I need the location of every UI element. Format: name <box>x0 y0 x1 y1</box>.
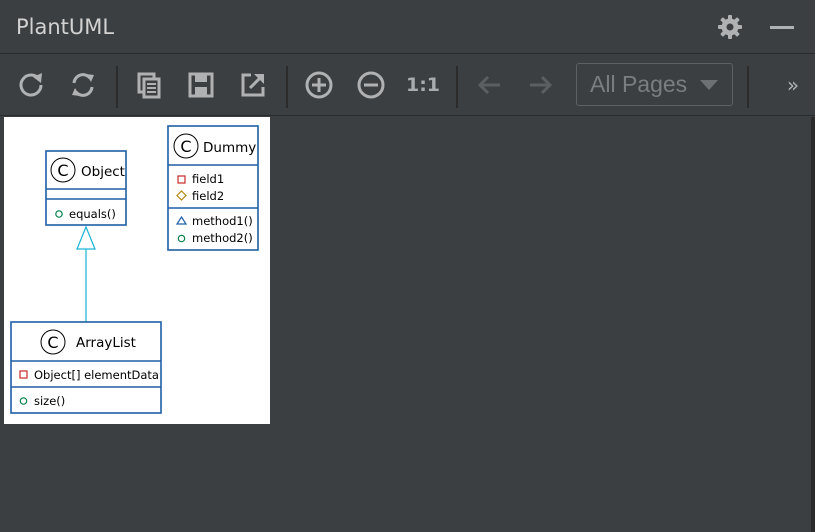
class-object[interactable]: C Object equals() <box>45 150 127 226</box>
method-label: method1() <box>192 214 253 228</box>
class-dummy[interactable]: C Dummy field1 field2 method1() method2(… <box>167 125 259 251</box>
previous-page-button[interactable] <box>472 68 506 102</box>
arrow-right-icon <box>530 75 553 95</box>
stereotype-letter: C <box>57 161 68 180</box>
chevron-double-right-icon: » <box>786 73 800 97</box>
actual-size-button[interactable]: 1:1 <box>406 68 440 102</box>
zoom-in-button[interactable] <box>302 68 336 102</box>
save-icon <box>188 72 214 98</box>
toolbar-separator <box>116 66 118 108</box>
copy-button[interactable] <box>132 68 166 102</box>
settings-button[interactable] <box>715 12 745 42</box>
toolbar-separator <box>747 66 749 108</box>
toolbar-separator <box>456 66 458 108</box>
stereotype-letter: C <box>180 137 191 156</box>
refresh-icon <box>19 73 43 97</box>
export-button[interactable] <box>236 68 270 102</box>
minimize-button[interactable] <box>767 12 797 42</box>
class-name: ArrayList <box>76 335 136 351</box>
sync-icon <box>72 73 94 97</box>
class-diagram: C Object equals() C Dummy field1 field2 … <box>10 125 259 414</box>
field-label: field2 <box>192 189 224 203</box>
class-arraylist[interactable]: C ArrayList Object[] elementData size() <box>10 321 162 414</box>
gear-icon <box>718 15 742 39</box>
reload-button[interactable] <box>66 68 100 102</box>
method-label: equals() <box>69 207 116 221</box>
next-page-button[interactable] <box>524 68 558 102</box>
tool-window-header: PlantUML <box>0 0 815 54</box>
copy-icon <box>137 72 161 99</box>
chevron-down-icon <box>700 80 718 90</box>
toolbar-separator <box>286 66 288 108</box>
arrow-left-icon <box>477 75 500 95</box>
method-label: method2() <box>192 231 253 245</box>
page-select-value: All Pages <box>590 71 688 97</box>
refresh-button[interactable] <box>14 68 48 102</box>
zoom-out-button[interactable] <box>354 68 388 102</box>
stereotype-letter: C <box>47 333 58 352</box>
save-button[interactable] <box>184 68 218 102</box>
zoom-in-icon <box>305 71 333 99</box>
class-name: Dummy <box>203 140 256 156</box>
inheritance-arrowhead <box>76 225 96 250</box>
scrollbar[interactable] <box>811 117 815 532</box>
diagram-canvas: C Object equals() C Dummy field1 field2 … <box>4 117 270 424</box>
tool-window-title: PlantUML <box>16 15 115 39</box>
zoom-out-icon <box>357 71 385 99</box>
field-label: field1 <box>192 172 224 186</box>
overflow-button[interactable]: » <box>776 68 810 102</box>
method-label: size() <box>34 394 65 408</box>
minimize-icon <box>770 26 794 29</box>
page-select[interactable]: All Pages <box>576 63 733 106</box>
class-name: Object <box>81 164 125 180</box>
actual-size-label: 1:1 <box>405 74 441 96</box>
field-label: Object[] elementData <box>34 368 159 382</box>
external-link-icon <box>241 73 265 97</box>
